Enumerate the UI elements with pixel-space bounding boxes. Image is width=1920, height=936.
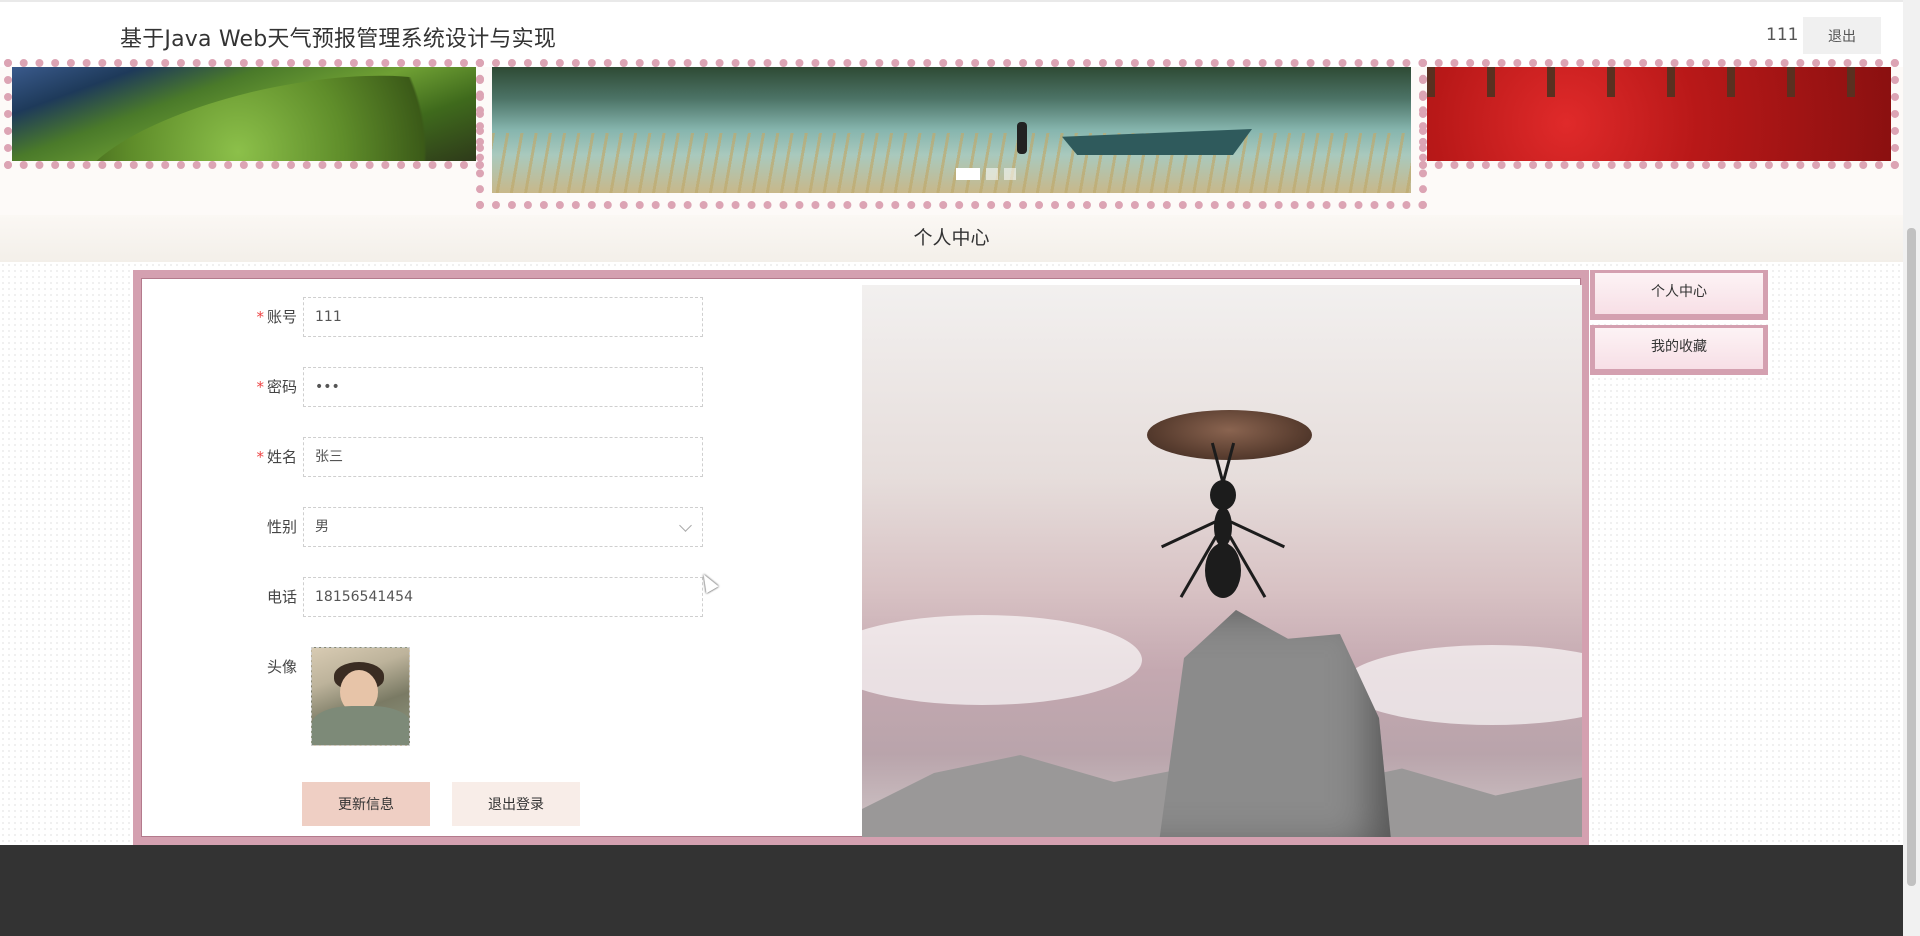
form-row-password: * 密码 ••• <box>0 367 703 409</box>
carousel-dot-3[interactable] <box>1004 168 1016 180</box>
tree-trunks-shape <box>1427 67 1891 97</box>
sign-out-button[interactable]: 退出登录 <box>452 782 580 826</box>
ant-leg <box>1160 520 1217 549</box>
ant-thorax <box>1214 507 1232 547</box>
cloud-shape <box>862 615 1142 705</box>
carousel-slide-left[interactable] <box>12 67 476 161</box>
form-row-name: * 姓名 张三 <box>0 437 703 479</box>
logout-button[interactable]: 退出 <box>1803 17 1881 54</box>
password-input[interactable]: ••• <box>303 367 703 407</box>
grass-shape <box>492 133 1411 193</box>
update-info-button[interactable]: 更新信息 <box>302 782 430 826</box>
avatar-blanket-shape <box>312 706 409 745</box>
password-label: * 密码 <box>256 378 297 396</box>
decorative-ant-image <box>862 285 1582 837</box>
rock-peak-shape <box>1158 610 1392 837</box>
scrollbar-thumb[interactable] <box>1907 228 1916 886</box>
carousel-dot-2[interactable] <box>986 168 998 180</box>
chevron-down-icon <box>679 519 692 532</box>
required-mark: * <box>256 378 264 396</box>
name-label: * 姓名 <box>256 448 297 466</box>
page-footer <box>0 845 1903 936</box>
name-input[interactable]: 张三 <box>303 437 703 477</box>
sidebar-item-profile[interactable]: 个人中心 <box>1590 270 1768 320</box>
carousel-slide-right[interactable] <box>1427 67 1891 161</box>
account-label: * 账号 <box>256 308 297 326</box>
gender-select-value: 男 <box>315 519 329 535</box>
required-mark: * <box>256 308 264 326</box>
banner-carousel <box>0 59 1903 215</box>
moss-shape <box>62 67 476 161</box>
account-input[interactable]: 111 <box>303 297 703 337</box>
avatar-label: 头像 <box>266 658 297 676</box>
section-title-bar: 个人中心 <box>0 215 1903 262</box>
form-row-account: * 账号 111 <box>0 297 703 339</box>
phone-input[interactable]: 18156541454 <box>303 577 703 617</box>
form-row-phone: 电话 18156541454 <box>0 577 703 619</box>
carousel-indicators <box>956 168 1022 187</box>
top-header: 基于Java Web天气预报管理系统设计与实现 111 退出 <box>0 0 1903 67</box>
cloud-shape <box>1342 645 1582 725</box>
phone-label: 电话 <box>266 588 297 606</box>
section-title: 个人中心 <box>913 227 990 249</box>
boatman-shape <box>1017 122 1027 154</box>
site-title: 基于Java Web天气预报管理系统设计与实现 <box>120 27 557 52</box>
gender-label: 性别 <box>266 518 297 536</box>
profile-side-menu: 个人中心 我的收藏 <box>1590 270 1768 380</box>
ant-leg <box>1229 520 1286 549</box>
carousel-dot-1[interactable] <box>956 168 980 180</box>
gender-select[interactable]: 男 <box>303 507 703 547</box>
ant-abdomen <box>1205 543 1241 598</box>
form-row-gender: 性别 男 <box>0 507 703 549</box>
sidebar-item-favorites[interactable]: 我的收藏 <box>1590 325 1768 375</box>
required-mark: * <box>256 448 264 466</box>
avatar-upload[interactable] <box>311 647 410 746</box>
carousel-slide-center[interactable] <box>492 67 1411 193</box>
current-username: 111 <box>1766 25 1799 45</box>
